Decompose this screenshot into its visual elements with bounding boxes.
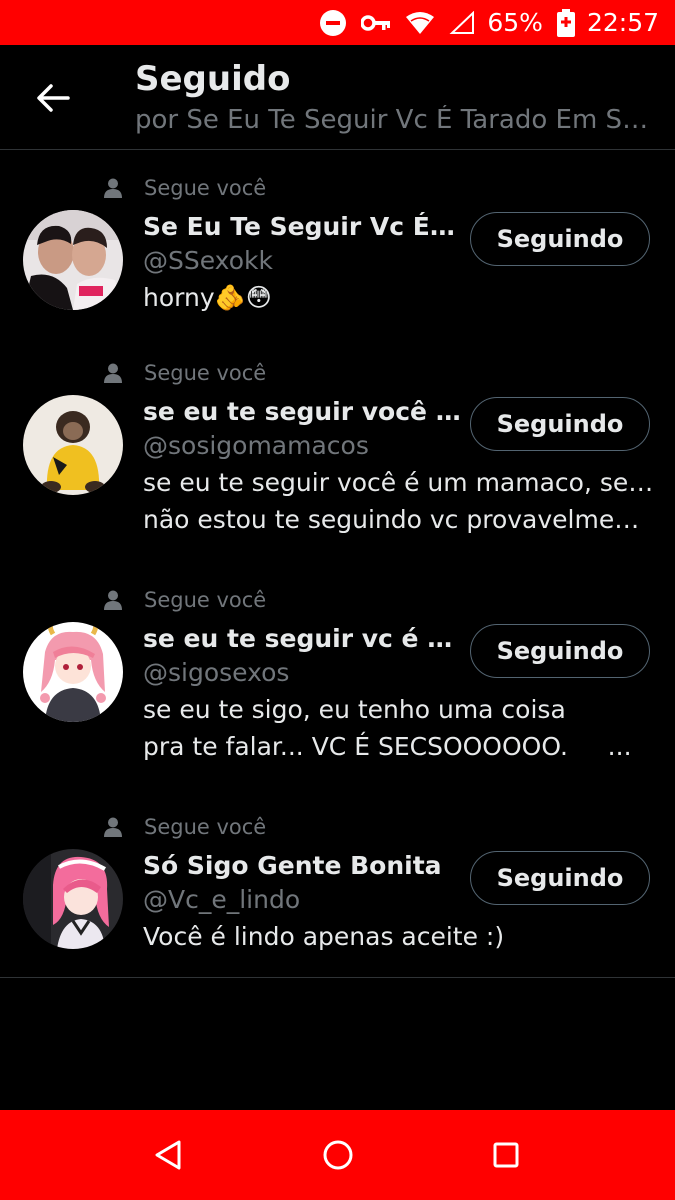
follows-you-label: Segue você bbox=[144, 361, 267, 385]
follows-you-indicator: Segue você bbox=[104, 361, 266, 385]
person-icon bbox=[104, 178, 122, 198]
follows-you-indicator: Segue você bbox=[104, 176, 266, 200]
user-display-name[interactable]: Só Sigo Gente Bonita bbox=[143, 851, 463, 880]
back-button[interactable] bbox=[30, 75, 76, 121]
user-handle[interactable]: @sigosexos bbox=[143, 658, 289, 687]
clock: 22:57 bbox=[586, 8, 659, 37]
bio-line: se eu te seguir você é um mamaco, se eu bbox=[143, 468, 655, 497]
user-display-name[interactable]: Se Eu Te Seguir Vc É T...😳 bbox=[143, 212, 463, 241]
person-icon bbox=[104, 817, 122, 837]
following-button[interactable]: Seguindo bbox=[470, 212, 650, 266]
person-icon bbox=[104, 590, 122, 610]
page-title: Seguido bbox=[135, 59, 291, 99]
home-circle-icon bbox=[323, 1140, 353, 1170]
nav-back-button[interactable] bbox=[148, 1135, 188, 1175]
bio-line: não estou te seguindo vc provavelmente é… bbox=[143, 505, 655, 534]
app-header: Seguido por Se Eu Te Seguir Vc É Tarado … bbox=[0, 45, 675, 150]
user-display-name[interactable]: se eu te seguir você é u... bbox=[143, 397, 468, 426]
following-button[interactable]: Seguindo bbox=[470, 851, 650, 905]
following-button[interactable]: Seguindo bbox=[470, 397, 650, 451]
following-button[interactable]: Seguindo bbox=[470, 624, 650, 678]
list-item[interactable]: Segue você Só Sigo Gente Bonita @Vc_e_li… bbox=[0, 789, 675, 977]
user-handle[interactable]: @SSexokk bbox=[143, 246, 273, 275]
wifi-icon bbox=[405, 11, 435, 35]
follows-you-indicator: Segue você bbox=[104, 588, 266, 612]
user-bio: Você é lindo apenas aceite :) bbox=[143, 918, 653, 955]
list-item[interactable]: Segue você se eu te seguir vc é be... @s… bbox=[0, 562, 675, 789]
battery-icon bbox=[556, 8, 575, 37]
do-not-disturb-icon bbox=[319, 9, 347, 37]
list-item[interactable]: Segue você Se Eu Te Seguir Vc É T...😳 @S… bbox=[0, 150, 675, 335]
bio-line: se eu te sigo, eu tenho uma coisa bbox=[143, 695, 566, 724]
avatar[interactable] bbox=[23, 622, 123, 722]
follows-you-label: Segue você bbox=[144, 176, 267, 200]
arrow-left-icon bbox=[37, 84, 70, 112]
back-triangle-icon bbox=[155, 1140, 181, 1170]
avatar[interactable] bbox=[23, 849, 123, 949]
nav-home-button[interactable] bbox=[318, 1135, 358, 1175]
bio-line: pra te falar... VC É SECSOOOOOO. ... bbox=[143, 732, 632, 761]
user-bio: horny🫵😳 bbox=[143, 279, 653, 316]
user-display-name[interactable]: se eu te seguir vc é be... bbox=[143, 624, 453, 653]
status-bar: 65% 22:57 bbox=[0, 0, 675, 45]
bio-line: horny🫵😳 bbox=[143, 283, 272, 312]
avatar[interactable] bbox=[23, 395, 123, 495]
person-icon bbox=[104, 363, 122, 383]
battery-percent: 65% bbox=[487, 8, 543, 37]
follows-you-indicator: Segue você bbox=[104, 815, 266, 839]
avatar[interactable] bbox=[23, 210, 123, 310]
recents-square-icon bbox=[493, 1142, 519, 1168]
user-handle[interactable]: @Vc_e_lindo bbox=[143, 885, 300, 914]
user-bio: se eu te sigo, eu tenho uma coisa pra te… bbox=[143, 691, 655, 765]
follows-you-label: Segue você bbox=[144, 588, 267, 612]
list-item[interactable]: Segue você se eu te seguir você é u... @… bbox=[0, 335, 675, 562]
page-subtitle: por Se Eu Te Seguir Vc É Tarado Em Sexo bbox=[135, 105, 660, 135]
key-icon bbox=[361, 13, 391, 33]
system-nav-bar bbox=[0, 1110, 675, 1200]
list-divider bbox=[0, 977, 675, 978]
bio-line: Você é lindo apenas aceite :) bbox=[143, 922, 505, 951]
nav-recents-button[interactable] bbox=[486, 1135, 526, 1175]
follows-you-label: Segue você bbox=[144, 815, 267, 839]
no-signal-icon bbox=[449, 10, 475, 35]
user-handle[interactable]: @sosigomamacos bbox=[143, 431, 369, 460]
user-bio: se eu te seguir você é um mamaco, se eu … bbox=[143, 464, 655, 538]
